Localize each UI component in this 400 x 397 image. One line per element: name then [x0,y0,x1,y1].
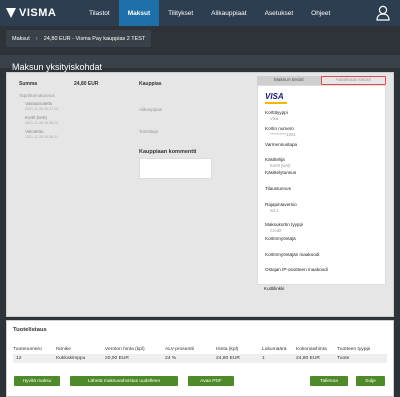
close-button[interactable]: Sulje [356,376,385,386]
main-nav: Tilastot Maksut Tilitykset Alikauppiaat … [80,0,339,26]
column-header: Hinta (kpl) [216,347,239,352]
column-header: Tuotenumero [13,347,42,352]
merchant-title: Kauppias [139,81,162,87]
column-header: Kokonaishinta [296,347,327,352]
processor-value: Kortit (test) [270,163,291,168]
card-number-value: **********1001 [270,132,296,137]
event-date: 2021-11-26 06:37:29 [25,107,59,111]
card-type-label: Korttityyppi [265,110,288,115]
event-label: Kortit (test) [25,115,48,120]
event-label: Vastaanotettu [25,101,53,106]
product-list-title: Tuotelistaus [13,327,47,333]
table-cell: 20,00 EUR [105,356,129,361]
tab-payment-info[interactable]: Maksun tiedot [257,76,321,85]
nav-item-ohjeet[interactable]: Ohjeet [302,0,339,26]
brand-name: VISMA [19,7,57,19]
issuer-country-label: Kortinmyöntäjän maakoodi [265,252,320,257]
event-date: 2021-11-26 06:38:23 [25,121,59,125]
summa-label: Summa [19,81,38,87]
nav-item-maksut[interactable]: Maksut [118,0,160,26]
details-tabs: Maksun tiedot Asiakkaan tiedot [257,76,386,85]
ip-country-label: Ostajan IP-osoitteen maakoodi [265,267,328,272]
chevron-right-icon: › [35,35,38,42]
table-cell: 12 [16,356,22,361]
breadcrumb-bar: Maksut › 24,80 EUR - Visma Pay kauppias … [0,26,400,52]
column-header: Veroton hinta (kpl) [105,347,145,352]
breadcrumb-maksut[interactable]: Maksut [12,36,30,42]
nav-item-tilastot[interactable]: Tilastot [80,0,119,26]
table-cell: Tuote [337,356,350,361]
verification-label: Varmennustapa [265,142,298,147]
event-date: 2021-11-26 06:38:31 [25,135,59,139]
card-method-type-label: Maksukortin tyyppi [265,222,304,227]
top-nav-bar: VISMA Tilastot Maksut Tilitykset Alikaup… [0,0,400,26]
column-header: ALV-prosentti [165,347,194,352]
merchant-comment-title: Kauppiaan kommentti [139,149,197,155]
save-button[interactable]: Tallenna [310,376,348,386]
visma-logo[interactable]: VISMA [0,0,70,26]
api-version-label: Rajapintaversio [265,202,297,207]
merchant-comment-field[interactable] [139,158,212,179]
events-title: Tapahtumatunnus [19,93,55,98]
breadcrumb-current: 24,80 EUR - Visma Pay kauppias 2 TEST [43,35,146,42]
api-version-value: w3.1 [270,208,279,213]
card-method-type-value: Credit [270,228,282,233]
nav-item-alikauppiaat[interactable]: Alikauppiaat [202,0,255,26]
table-cell: 1 [262,356,265,361]
column-header: Lukumäärä [262,347,287,352]
nav-item-tilitykset[interactable]: Tilitykset [159,0,202,26]
column-header: Tuotteen tyyppi [337,347,371,352]
card-number-label: Kortin numero [265,126,294,131]
tab-customer-info[interactable]: Asiakkaan tiedot [320,76,386,85]
order-id-label: Tilaustunnus [265,186,291,191]
issuer-label: Kortinmyöntäjä [265,236,296,241]
table-cell: 24,80 EUR [296,356,320,361]
visa-logo-stripe [265,102,287,104]
column-header: Nimike [56,347,71,352]
card-type-value: Visa [270,116,279,121]
resend-confirmation-button[interactable]: Lähetä maksuvahvistus uudelleen [70,376,178,386]
payment-info-panel: VISA Korttityyppi Visa Kortin numero ***… [257,85,386,285]
nav-item-asetukset[interactable]: Asetukset [256,0,303,26]
breadcrumb: Maksut › 24,80 EUR - Visma Pay kauppias … [6,30,152,47]
summa-value: 24,80 EUR [74,81,99,87]
table-cell: 24,80 EUR [216,356,240,361]
modal-title: Maksun yksityiskohdat [12,62,103,72]
subseller-label: Alikauppias [139,107,163,112]
table-cell: 24 % [165,356,177,361]
processor-id-label: Käsittelytunnus [265,170,297,175]
table-row: 12 Kukkakimppu 20,00 EUR 24 % 24,80 EUR … [13,354,387,363]
user-icon[interactable] [376,5,390,21]
event-label: Veloitettu [25,129,44,134]
table-cell: Kukkakimppu [56,356,86,361]
open-pdf-button[interactable]: Avaa PDF [188,376,234,386]
supplier-label: Toimittaja [139,129,159,134]
product-list-panel: Tuotelistaus Tuotenumero Nimike Veroton … [6,320,394,397]
refund-button[interactable]: Hyvitä maksu [14,376,60,386]
receipt-link-label[interactable]: Kuittilinkki [264,286,284,291]
payment-details-modal: Summa 24,80 EUR Tapahtumatunnus Vastaano… [6,72,394,317]
processor-label: Käsittelijä [265,157,285,162]
visma-logo-icon [6,8,16,18]
